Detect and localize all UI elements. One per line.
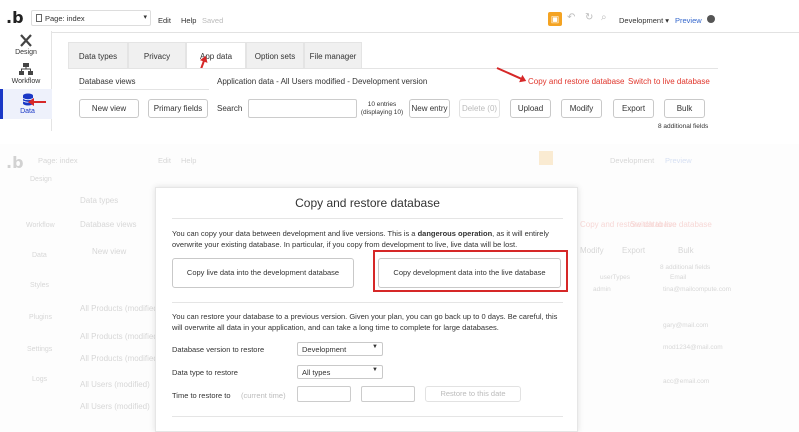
- environment-select[interactable]: Development ▾: [619, 16, 669, 25]
- modal-divider-bottom: [172, 416, 563, 417]
- page-icon: [36, 14, 42, 22]
- nav-workflow-label: Workflow: [11, 78, 41, 85]
- time-placeholder: (current time): [241, 391, 286, 400]
- restore-date-input[interactable]: [297, 386, 351, 402]
- tab-file-manager[interactable]: File manager: [304, 42, 362, 69]
- export-button[interactable]: Export: [613, 99, 654, 118]
- tab-data-types[interactable]: Data types: [68, 42, 128, 69]
- tab-privacy[interactable]: Privacy: [128, 42, 186, 69]
- new-entry-button[interactable]: New entry: [409, 99, 450, 118]
- modal-divider-top: [172, 218, 563, 219]
- menu-edit[interactable]: Edit: [158, 16, 171, 25]
- saved-status: Saved: [202, 16, 224, 25]
- copy-restore-modal: Copy and restore database You can copy y…: [155, 187, 578, 432]
- redo-icon[interactable]: ↻: [585, 12, 593, 23]
- preview-link[interactable]: Preview: [675, 16, 702, 25]
- nav-data-label: Data: [20, 108, 35, 115]
- modal-title: Copy and restore database: [295, 196, 440, 210]
- environment-label: Development: [619, 16, 664, 25]
- entries-line-2: (displaying 10): [360, 109, 404, 116]
- intro-text-before: You can copy your data between developme…: [172, 229, 418, 238]
- datatype-select-value: All types: [302, 368, 331, 377]
- delete-button[interactable]: Delete (0): [459, 99, 500, 118]
- divider: [79, 89, 209, 90]
- entries-line-1: 10 entries: [367, 101, 397, 108]
- page-selector[interactable]: Page: index ▾: [31, 10, 151, 26]
- user-icon[interactable]: [707, 15, 715, 23]
- entries-count: 10 entries (displaying 10): [360, 101, 404, 117]
- search-icon[interactable]: ⌕: [601, 12, 607, 23]
- version-select[interactable]: Development ▼: [297, 342, 383, 356]
- chevron-down-icon: ▼: [372, 367, 378, 373]
- annotation-arrow-data: [30, 101, 46, 103]
- workflow-icon: [19, 63, 33, 75]
- tab-app-data[interactable]: App data: [186, 42, 246, 69]
- nav-design-label: Design: [15, 49, 37, 56]
- upload-button[interactable]: Upload: [510, 99, 551, 118]
- restore-date-button[interactable]: Restore to this date: [425, 386, 521, 402]
- nav-design[interactable]: Design: [0, 34, 52, 56]
- search-input[interactable]: [248, 99, 357, 118]
- time-label: Time to restore to: [172, 391, 231, 400]
- page-label: Page: index: [45, 14, 85, 23]
- gift-icon[interactable]: ▣: [548, 12, 562, 26]
- bubble-logo[interactable]: .b: [6, 8, 24, 27]
- chevron-down-icon: ▾: [143, 14, 147, 21]
- database-views-heading: Database views: [79, 77, 136, 86]
- app-data-title: Application data - All Users modified - …: [217, 77, 428, 86]
- tab-option-sets[interactable]: Option sets: [246, 42, 304, 69]
- top-header: .b Page: index ▾ Edit Help Saved ▣ ↶ ↻ ⌕…: [0, 3, 799, 33]
- version-label: Database version to restore: [172, 345, 265, 354]
- modify-button[interactable]: Modify: [561, 99, 602, 118]
- left-nav: Design Workflow Data: [0, 31, 52, 131]
- annotation-highlight-box: [373, 250, 568, 292]
- new-view-button[interactable]: New view: [79, 99, 139, 118]
- intro-text-bold: dangerous operation: [417, 229, 493, 238]
- version-select-value: Development: [302, 345, 347, 354]
- copy-live-to-dev-button[interactable]: Copy live data into the development data…: [172, 258, 354, 288]
- switch-live-database-link[interactable]: Switch to live database: [628, 77, 710, 86]
- copy-intro-text: You can copy your data between developme…: [172, 228, 567, 250]
- design-icon: [20, 34, 32, 47]
- chevron-down-icon: ▼: [372, 344, 378, 350]
- datatype-label: Data type to restore: [172, 368, 238, 377]
- additional-fields-note: 8 additional fields: [658, 123, 709, 130]
- datatype-select[interactable]: All types ▼: [297, 365, 383, 379]
- modal-divider-middle: [172, 302, 563, 303]
- primary-fields-button[interactable]: Primary fields: [148, 99, 208, 118]
- bulk-button[interactable]: Bulk: [664, 99, 705, 118]
- menu-help[interactable]: Help: [181, 16, 196, 25]
- undo-icon[interactable]: ↶: [567, 12, 575, 23]
- nav-workflow[interactable]: Workflow: [0, 63, 52, 85]
- copy-restore-database-link[interactable]: Copy and restore database: [528, 77, 625, 86]
- restore-description: You can restore your database to a previ…: [172, 312, 558, 332]
- nav-data[interactable]: Data: [0, 89, 52, 119]
- restore-time-input[interactable]: [361, 386, 415, 402]
- search-label: Search: [217, 104, 243, 113]
